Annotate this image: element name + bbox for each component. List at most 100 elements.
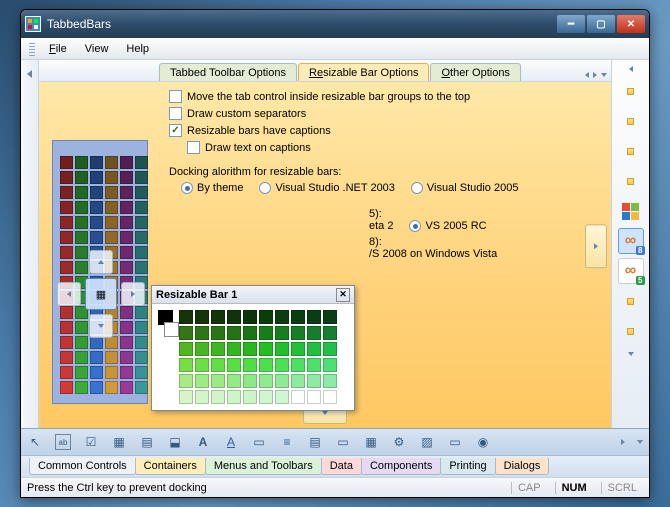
btab-components[interactable]: Components (361, 458, 441, 475)
status-num: NUM (555, 482, 593, 494)
tab-scroll-right-icon[interactable] (593, 72, 597, 78)
status-scrl: SCRL (601, 482, 643, 494)
status-bar: Press the Ctrl key to prevent docking CA… (21, 477, 649, 497)
label-vs2005rc: VS 2005 RC (425, 220, 486, 232)
label-by-theme: By theme (197, 182, 243, 194)
label-move-top: Move the tab control inside resizable ba… (187, 91, 470, 103)
link-icon[interactable]: A (223, 434, 239, 450)
toolshelf: ↖ ab ☑ ▦ ▤ ⬓ A A ▭ ≡ ▤ ▭ ▦ ⚙ ▨ ▭ ◉ (21, 429, 649, 455)
menu-file[interactable]: File (41, 40, 75, 58)
app-window: TabbedBars ━ ▢ ✕ File View Help ▦ (20, 9, 650, 498)
scroll-right-button[interactable] (585, 224, 607, 268)
label-beta2: eta 2 (369, 220, 393, 232)
checkbox-icon[interactable]: ☑ (83, 434, 99, 450)
textbox-icon[interactable]: ab (55, 434, 71, 450)
calendar-icon[interactable]: ▦ (363, 434, 379, 450)
menu-gripper[interactable] (29, 42, 35, 56)
rail-office-icon[interactable] (618, 168, 644, 194)
rail-down-icon[interactable] (628, 352, 634, 356)
btab-dialogs[interactable]: Dialogs (495, 458, 550, 475)
bottom-dock: ↖ ab ☑ ▦ ▤ ⬓ A A ▭ ≡ ▤ ▭ ▦ ⚙ ▨ ▭ ◉ (21, 428, 649, 477)
tab-other-options[interactable]: Other Options (430, 63, 520, 81)
rail-vs8-icon[interactable]: ∞8 (618, 228, 644, 254)
close-button[interactable]: ✕ (617, 15, 645, 33)
label-vs2003: Visual Studio .NET 2003 (275, 182, 394, 194)
title-bar[interactable]: TabbedBars ━ ▢ ✕ (21, 10, 649, 38)
rail-up-icon[interactable] (629, 66, 633, 72)
dock-center-icon[interactable]: ▦ (85, 278, 117, 310)
image-icon[interactable]: ▨ (419, 434, 435, 450)
row3-tail: /S 2008 on Windows Vista (169, 248, 597, 260)
status-cap: CAP (511, 482, 547, 494)
rail-vs5-icon[interactable]: ∞5 (618, 258, 644, 284)
status-text: Press the Ctrl key to prevent docking (27, 482, 503, 494)
progress-icon[interactable]: ▭ (447, 434, 463, 450)
shelf-menu-icon[interactable] (637, 440, 643, 444)
label-icon[interactable]: A (195, 434, 211, 450)
checkbox-move-top[interactable] (169, 90, 182, 103)
radio-vs2003[interactable] (259, 182, 271, 194)
window-title: TabbedBars (47, 17, 557, 31)
control-icon[interactable]: ▭ (251, 434, 267, 450)
numeric-icon[interactable]: ▭ (335, 434, 351, 450)
resizable-bar-title: Resizable Bar 1 (156, 289, 237, 301)
tab-tabbed-toolbar[interactable]: Tabbed Toolbar Options (159, 63, 297, 81)
rail-office-icon[interactable] (618, 138, 644, 164)
label-vs2005: Visual Studio 2005 (427, 182, 519, 194)
rail-office-icon[interactable] (618, 318, 644, 344)
dock-left-icon[interactable] (57, 282, 81, 306)
docking-guide[interactable]: ▦ (57, 250, 145, 338)
rail-windows-icon[interactable] (618, 198, 644, 224)
control-icon[interactable]: ▤ (139, 434, 155, 450)
fg-bg-swatches[interactable] (158, 310, 173, 404)
resizable-bar-popup[interactable]: Resizable Bar 1 ✕ (151, 285, 355, 411)
control-icon[interactable]: ▦ (111, 434, 127, 450)
view-icon[interactable]: ▤ (307, 434, 323, 450)
color-grid[interactable] (179, 310, 337, 404)
pointer-icon[interactable]: ↖ (27, 434, 43, 450)
label-draw-text: Draw text on captions (205, 142, 311, 154)
checkbox-draw-text[interactable] (187, 141, 200, 154)
dock-bottom-icon[interactable] (89, 314, 113, 338)
radio-vs2005rc[interactable] (409, 220, 421, 232)
btab-menus-toolbars[interactable]: Menus and Toolbars (205, 458, 322, 475)
bottom-tabstrip: Common Controls Containers Menus and Too… (21, 455, 649, 477)
radio-by-theme[interactable] (181, 182, 193, 194)
row2-suffix: 5): (169, 208, 597, 220)
radio-vs2005[interactable] (411, 182, 423, 194)
tab-resizable-bar[interactable]: Resizable Bar Options (298, 63, 429, 81)
rail-office-icon[interactable] (618, 108, 644, 134)
minimize-button[interactable]: ━ (557, 15, 585, 33)
checkbox-captions[interactable] (169, 124, 182, 137)
btab-common-controls[interactable]: Common Controls (29, 458, 136, 475)
menu-bar: File View Help (21, 38, 649, 60)
label-docking-algorithm: Docking alorithm for resizable bars: (169, 166, 597, 178)
options-tabstrip: Tabbed Toolbar Options Resizable Bar Opt… (39, 60, 611, 82)
control-icon[interactable]: ⬓ (167, 434, 183, 450)
tab-menu-icon[interactable] (601, 73, 607, 77)
tab-scroll-left-icon[interactable] (585, 72, 589, 78)
list-icon[interactable]: ≡ (279, 434, 295, 450)
row3-suffix: 8): (169, 236, 597, 248)
chevron-left-icon[interactable] (27, 70, 32, 78)
btab-data[interactable]: Data (321, 458, 362, 475)
app-icon (25, 16, 41, 32)
checkbox-draw-sep[interactable] (169, 107, 182, 120)
theme-rail: ∞8 ∞5 (611, 60, 649, 428)
left-nav-rail (21, 60, 39, 428)
menu-view[interactable]: View (77, 40, 117, 58)
radio-icon[interactable]: ◉ (475, 434, 491, 450)
menu-help[interactable]: Help (118, 40, 157, 58)
gear-icon[interactable]: ⚙ (391, 434, 407, 450)
dock-right-icon[interactable] (121, 282, 145, 306)
dock-top-icon[interactable] (89, 250, 113, 274)
btab-printing[interactable]: Printing (440, 458, 495, 475)
close-icon[interactable]: ✕ (336, 288, 350, 302)
shelf-scroll-right-icon[interactable] (621, 439, 625, 445)
label-draw-sep: Draw custom separators (187, 108, 306, 120)
maximize-button[interactable]: ▢ (587, 15, 615, 33)
rail-office-icon[interactable] (618, 288, 644, 314)
rail-office-icon[interactable] (618, 78, 644, 104)
label-captions: Resizable bars have captions (187, 125, 331, 137)
btab-containers[interactable]: Containers (135, 458, 206, 475)
